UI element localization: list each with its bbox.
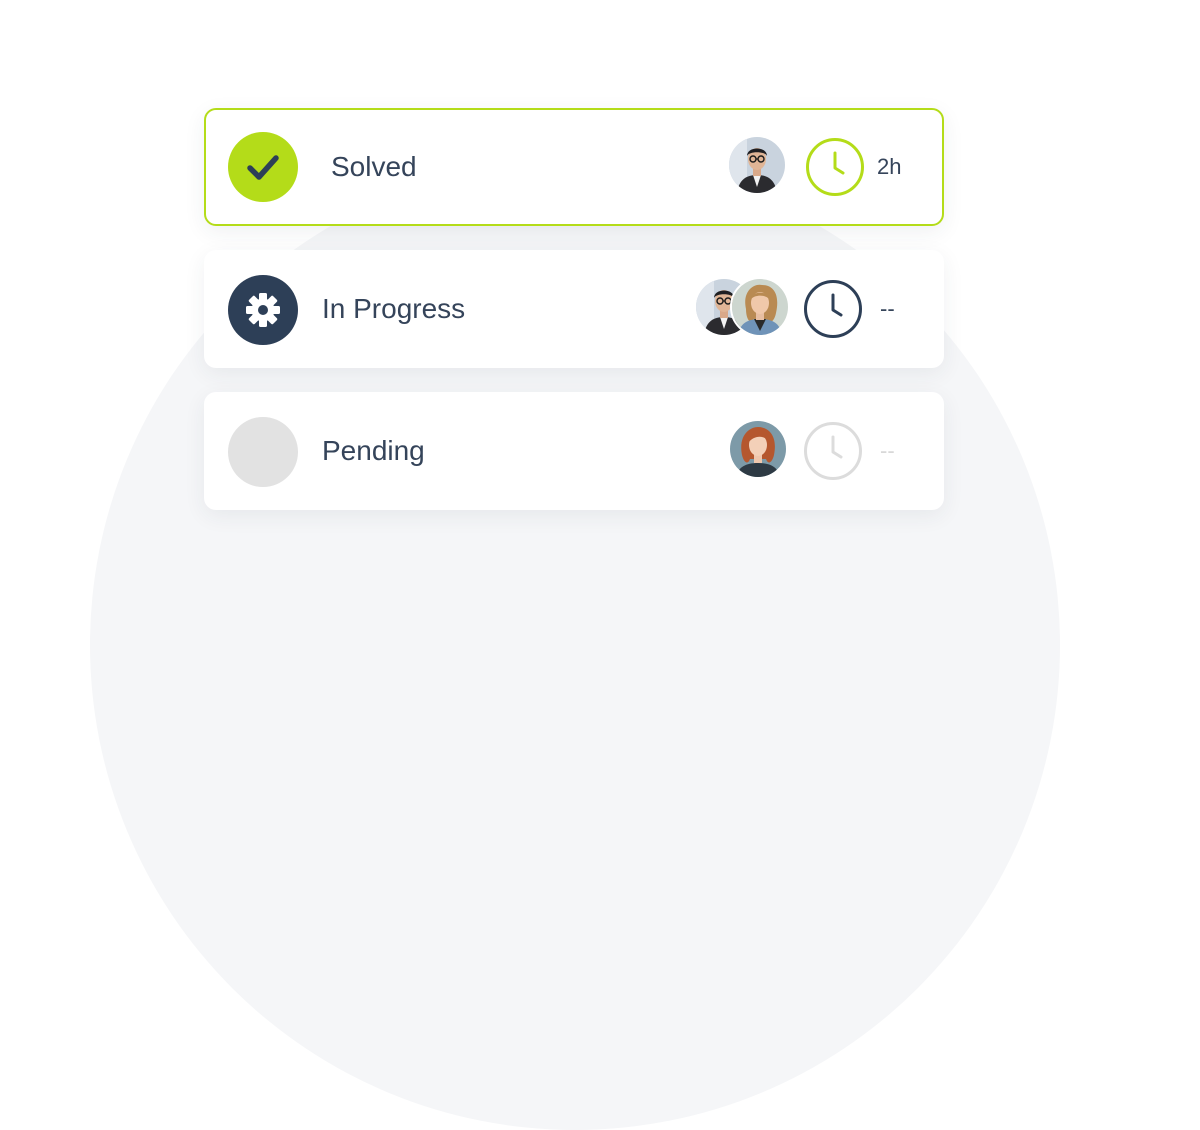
check-icon <box>228 132 298 202</box>
clock-icon <box>804 422 862 480</box>
gear-icon <box>228 275 298 345</box>
status-label: Solved <box>331 151 417 182</box>
elapsed-time: -- <box>880 296 895 321</box>
clock-icon <box>804 280 862 338</box>
avatar <box>728 419 788 479</box>
empty-circle-icon <box>228 417 298 487</box>
elapsed-time: -- <box>880 438 895 463</box>
clock-icon <box>806 138 864 196</box>
status-label: In Progress <box>322 293 466 324</box>
task-card-solved[interactable]: Solved 2h <box>204 108 944 226</box>
elapsed-time: 2h <box>877 154 902 179</box>
task-card-pending[interactable]: Pending -- <box>204 392 944 510</box>
status-label: Pending <box>322 435 425 466</box>
task-card-in-progress[interactable]: In Progress -- <box>204 250 944 368</box>
avatar <box>730 277 790 337</box>
avatar <box>727 135 787 195</box>
